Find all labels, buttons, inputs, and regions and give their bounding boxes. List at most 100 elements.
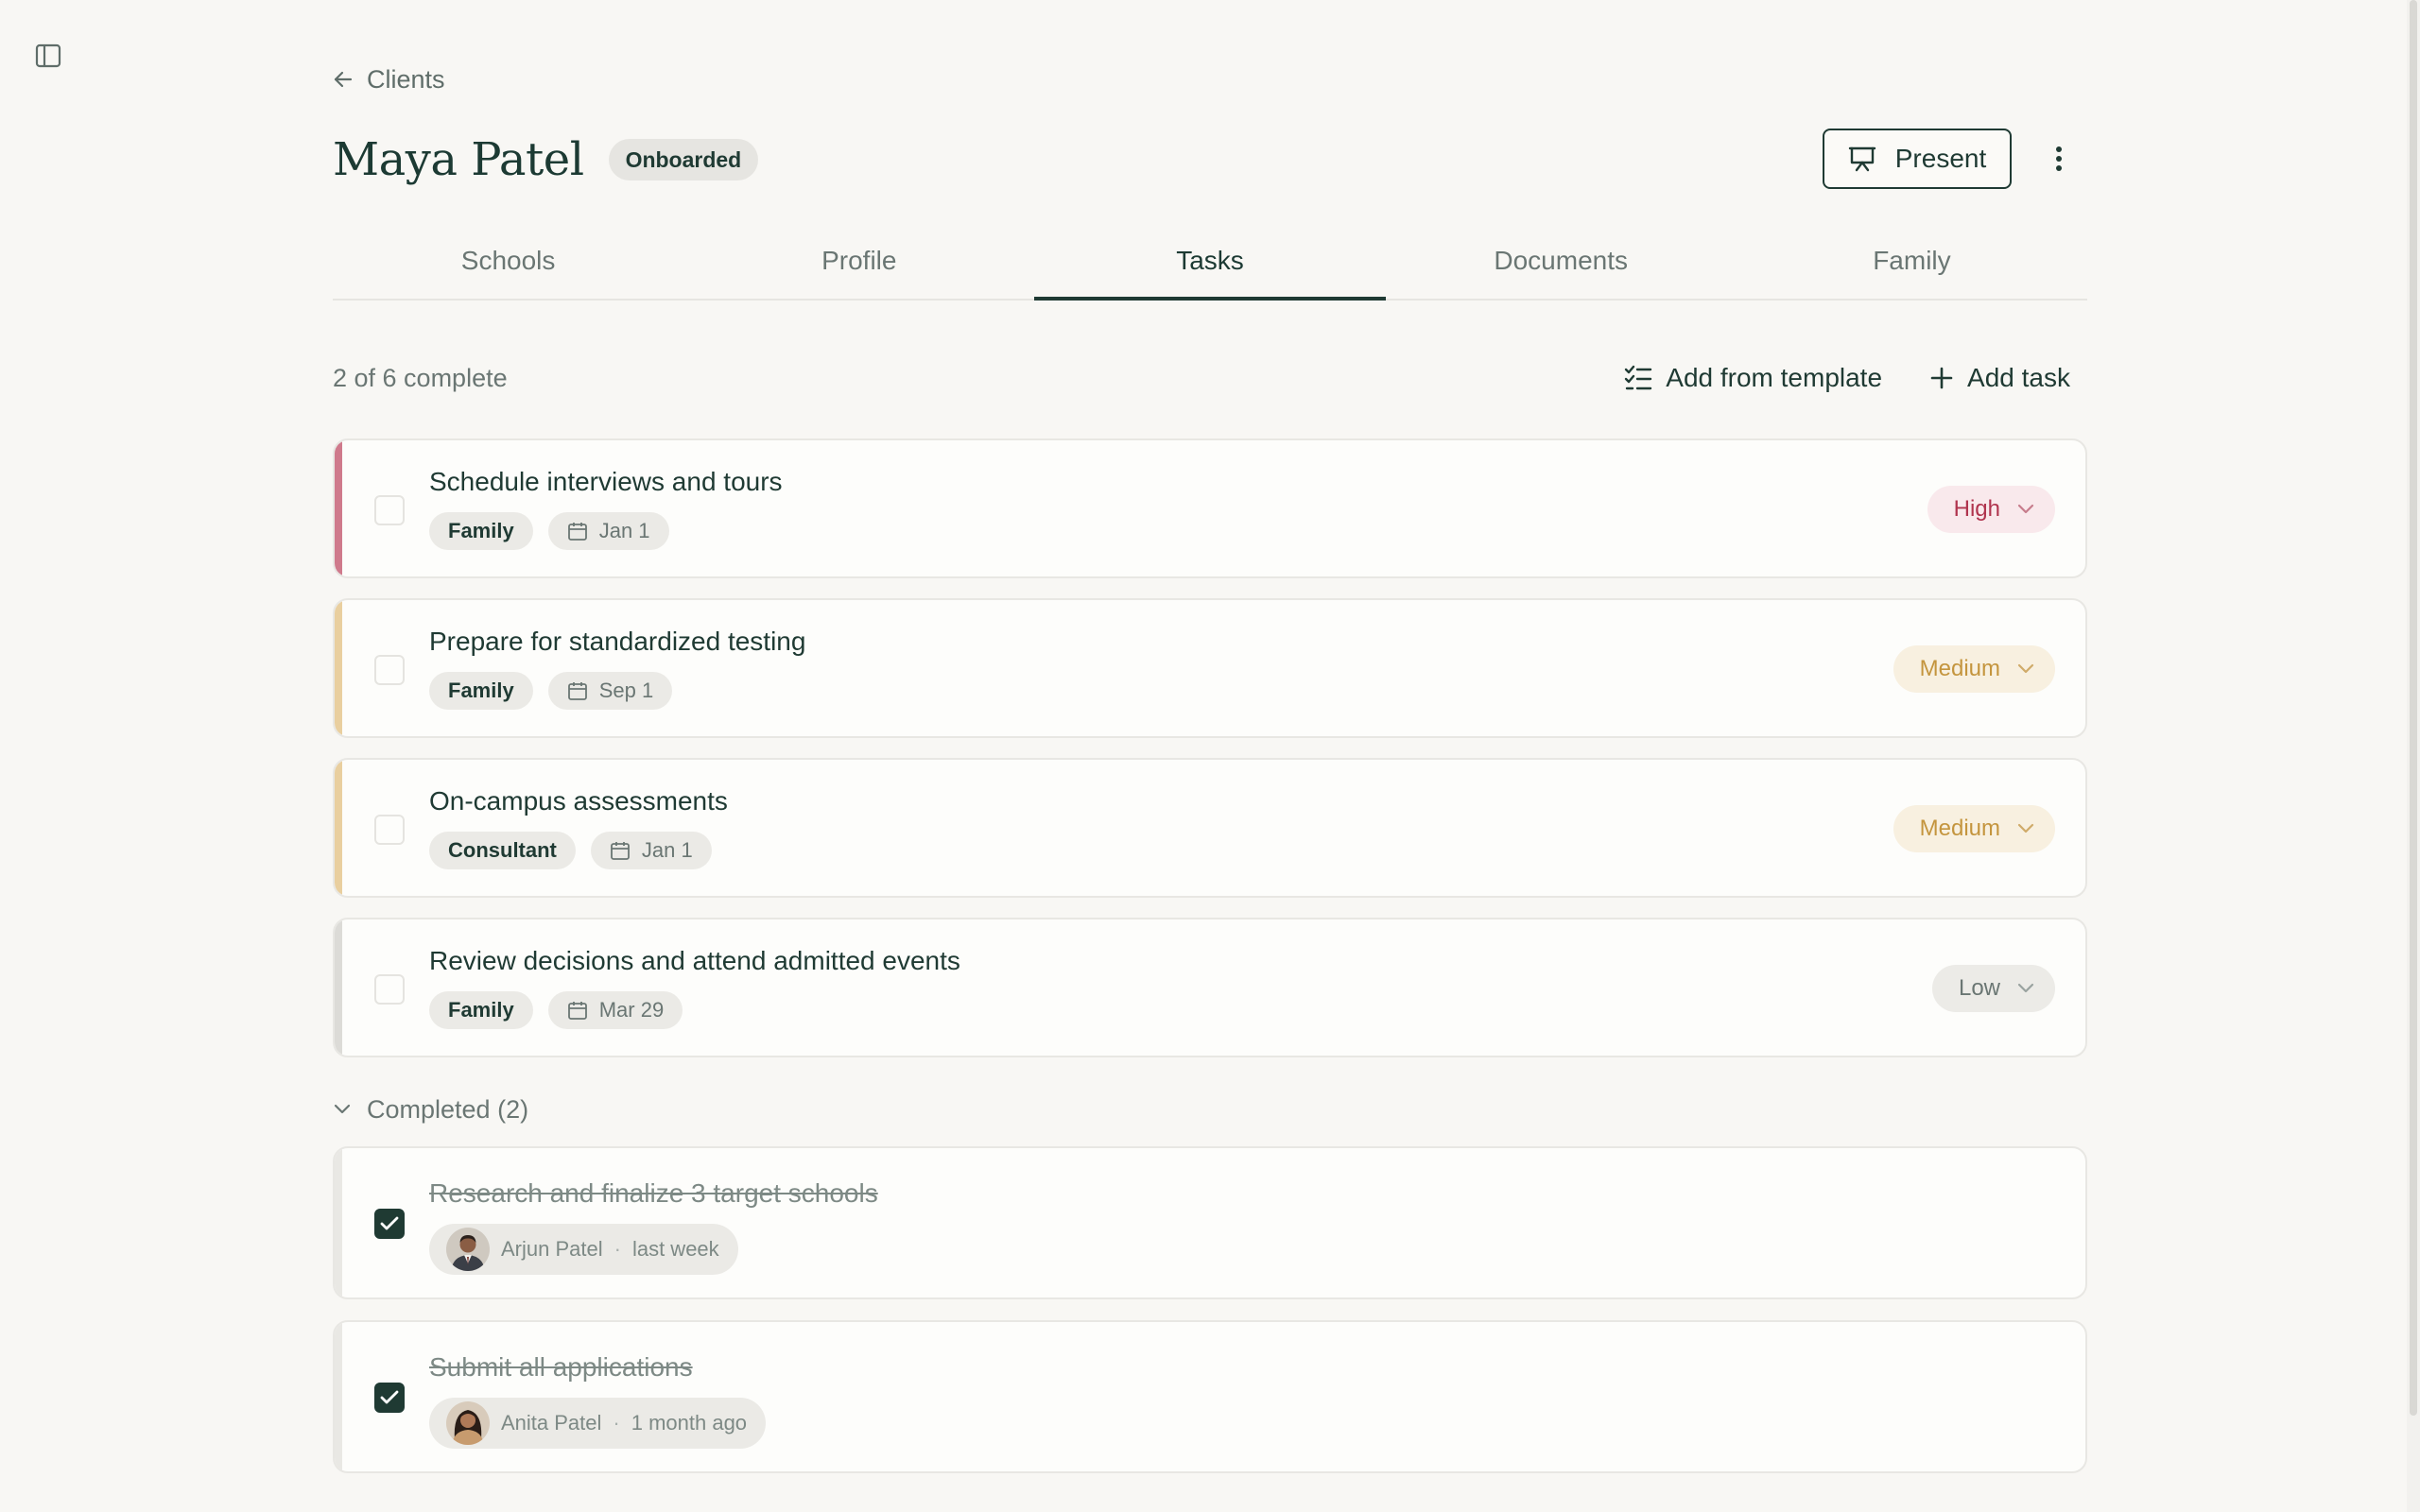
owner-chip: Family	[429, 512, 533, 550]
separator: ·	[613, 1411, 620, 1435]
task-card[interactable]: Schedule interviews and tours Family Jan…	[333, 438, 2087, 578]
tab-tasks[interactable]: Tasks	[1034, 234, 1386, 301]
sidebar-toggle-button[interactable]	[34, 42, 62, 70]
separator: ·	[614, 1237, 621, 1261]
calendar-icon	[567, 682, 587, 700]
due-date-chip: Jan 1	[547, 512, 669, 550]
present-button-label: Present	[1894, 144, 1987, 173]
task-card[interactable]: Review decisions and attend admitted eve…	[333, 918, 2087, 1057]
task-checkbox[interactable]	[374, 974, 405, 1005]
completed-task-card[interactable]: Research and finalize 3 target schools A…	[333, 1146, 2087, 1299]
owner-chip: Consultant	[429, 832, 576, 869]
checkmark-icon	[380, 1390, 399, 1404]
priority-accent-bar	[335, 919, 342, 1056]
task-title: Research and finalize 3 target schools	[429, 1178, 878, 1208]
due-date-text: Jan 1	[641, 838, 693, 862]
checkmark-icon	[380, 1216, 399, 1230]
due-date-chip: Jan 1	[590, 832, 712, 869]
priority-accent-bar	[335, 760, 342, 896]
calendar-icon	[567, 1002, 587, 1020]
avatar	[446, 1228, 490, 1271]
tab-label: Tasks	[1176, 246, 1244, 275]
task-title: On-campus assessments	[429, 786, 728, 816]
due-date-chip: Mar 29	[547, 991, 683, 1029]
page-title: Maya Patel	[333, 133, 584, 186]
task-checkbox[interactable]	[374, 1209, 405, 1239]
priority-label: High	[1953, 496, 2000, 522]
back-link-label: Clients	[367, 64, 445, 94]
task-title: Schedule interviews and tours	[429, 467, 783, 496]
title-row: Maya Patel Onboarded Present	[333, 127, 2087, 193]
tab-family[interactable]: Family	[1737, 234, 2087, 299]
priority-dropdown[interactable]: Low	[1931, 965, 2055, 1012]
add-task-button[interactable]: Add task	[1929, 363, 2070, 393]
completed-when: last week	[631, 1237, 719, 1261]
back-to-clients-link[interactable]: Clients	[333, 62, 445, 96]
completed-by-name: Anita Patel	[501, 1411, 602, 1435]
due-date-text: Jan 1	[598, 519, 650, 542]
priority-dropdown[interactable]: Medium	[1893, 805, 2055, 852]
tab-schools[interactable]: Schools	[333, 234, 683, 299]
task-title: Prepare for standardized testing	[429, 627, 806, 656]
chevron-down-icon	[2017, 823, 2034, 833]
calendar-icon	[567, 523, 587, 541]
sidebar-panel-icon	[35, 43, 61, 68]
scrollbar[interactable]	[2407, 0, 2420, 1512]
arrow-left-icon	[334, 71, 353, 88]
task-card[interactable]: Prepare for standardized testing Family …	[333, 598, 2087, 738]
task-checkbox[interactable]	[374, 655, 405, 685]
completed-section-toggle[interactable]: Completed (2)	[333, 1091, 528, 1128]
owner-chip: Family	[429, 672, 533, 710]
tab-bar: Schools Profile Tasks Documents Family	[333, 234, 2087, 301]
present-button[interactable]: Present	[1823, 129, 2012, 189]
task-title: Review decisions and attend admitted eve…	[429, 946, 960, 975]
task-checkbox[interactable]	[374, 815, 405, 845]
tab-label: Profile	[821, 246, 897, 275]
priority-dropdown[interactable]: Medium	[1893, 645, 2055, 693]
owner-chip: Family	[429, 991, 533, 1029]
priority-dropdown[interactable]: High	[1927, 486, 2055, 533]
priority-accent-bar	[335, 440, 342, 576]
chevron-down-icon	[2017, 983, 2034, 993]
task-card[interactable]: On-campus assessments Consultant Jan 1 M…	[333, 758, 2087, 898]
avatar	[446, 1401, 490, 1445]
chevron-down-icon	[2017, 663, 2034, 674]
tab-label: Schools	[460, 246, 556, 275]
add-task-label: Add task	[1967, 363, 2070, 392]
vertical-dots-icon	[2056, 146, 2062, 171]
due-date-text: Sep 1	[598, 679, 654, 702]
priority-accent-bar	[335, 600, 342, 736]
progress-text: 2 of 6 complete	[333, 363, 508, 392]
completed-by-chip: Anita Patel · 1 month ago	[429, 1398, 767, 1449]
completed-by-name: Arjun Patel	[501, 1237, 603, 1261]
due-date-chip: Sep 1	[547, 672, 673, 710]
tab-documents[interactable]: Documents	[1386, 234, 1737, 299]
calendar-icon	[610, 842, 630, 860]
scrollbar-thumb[interactable]	[2410, 0, 2417, 1416]
priority-label: Low	[1958, 975, 2000, 1001]
add-from-template-label: Add from template	[1666, 363, 1883, 392]
tab-label: Documents	[1494, 246, 1629, 275]
completed-task-card[interactable]: Submit all applications Anita Patel · 1 …	[333, 1320, 2087, 1473]
due-date-text: Mar 29	[598, 998, 665, 1022]
completed-when: 1 month ago	[631, 1411, 748, 1435]
tasks-toolbar: 2 of 6 complete Add from template Add ta…	[333, 359, 2087, 397]
tab-label: Family	[1873, 246, 1951, 275]
more-options-button[interactable]	[2042, 142, 2076, 176]
chevron-down-icon	[334, 1104, 351, 1114]
presentation-icon	[1848, 146, 1876, 172]
status-badge: Onboarded	[608, 139, 759, 180]
chevron-down-icon	[2017, 504, 2034, 514]
add-from-template-button[interactable]: Add from template	[1624, 363, 1882, 393]
completed-section-label: Completed (2)	[367, 1094, 529, 1124]
priority-label: Medium	[1919, 656, 2000, 681]
accent-bar	[335, 1148, 342, 1297]
priority-label: Medium	[1919, 816, 2000, 841]
task-checkbox[interactable]	[374, 1383, 405, 1413]
plus-icon	[1930, 367, 1953, 389]
accent-bar	[335, 1322, 342, 1471]
task-title: Submit all applications	[429, 1352, 693, 1382]
task-checkbox[interactable]	[374, 495, 405, 525]
completed-by-chip: Arjun Patel · last week	[429, 1224, 738, 1275]
tab-profile[interactable]: Profile	[683, 234, 1034, 299]
